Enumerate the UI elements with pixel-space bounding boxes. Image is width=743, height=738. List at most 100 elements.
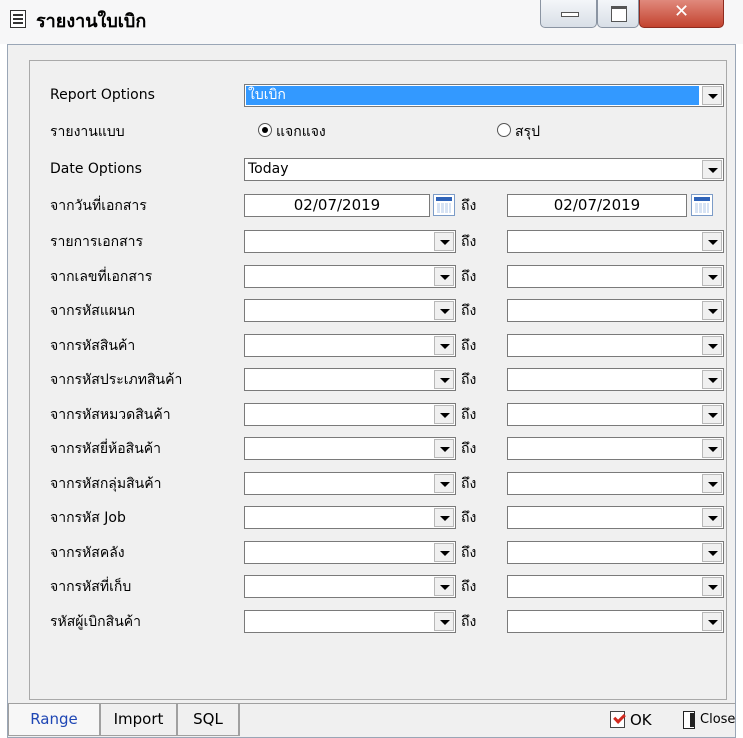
- chevron-down-icon[interactable]: [434, 336, 454, 355]
- to-label: ถึง: [461, 579, 477, 595]
- chevron-down-icon[interactable]: [702, 543, 722, 562]
- chevron-down-icon[interactable]: [702, 301, 722, 320]
- to-label: ถึง: [461, 441, 477, 457]
- date-to-value: 02/07/2019: [553, 196, 641, 214]
- range-to-select[interactable]: [507, 334, 724, 357]
- chevron-down-icon[interactable]: [702, 405, 722, 424]
- range-from-select[interactable]: [244, 230, 456, 253]
- chevron-down-icon[interactable]: [702, 612, 722, 631]
- range-from-select[interactable]: [244, 334, 456, 357]
- exit-door-icon: [683, 711, 695, 729]
- close-label: Close: [700, 712, 736, 727]
- chevron-down-icon[interactable]: [434, 543, 454, 562]
- range-row-label: รหัสผู้เบิกสินค้า: [50, 614, 141, 630]
- report-type-label: รายงานแบบ: [50, 124, 125, 140]
- range-from-select[interactable]: [244, 575, 456, 598]
- date-options-value: Today: [248, 161, 289, 177]
- range-to-select[interactable]: [507, 230, 724, 253]
- chevron-down-icon[interactable]: [434, 267, 454, 286]
- range-to-select[interactable]: [507, 437, 724, 460]
- chevron-down-icon[interactable]: [702, 370, 722, 389]
- range-row-label: จากรหัสกลุ่มสินค้า: [50, 476, 162, 492]
- calendar-icon[interactable]: [691, 194, 713, 216]
- chevron-down-icon[interactable]: [702, 336, 722, 355]
- report-icon: [10, 10, 26, 28]
- range-to-select[interactable]: [507, 368, 724, 391]
- to-label: ถึง: [461, 338, 477, 354]
- range-to-select[interactable]: [507, 541, 724, 564]
- chevron-down-icon[interactable]: [702, 86, 722, 105]
- date-options-label: Date Options: [50, 161, 142, 177]
- calendar-icon[interactable]: [433, 194, 455, 216]
- chevron-down-icon[interactable]: [702, 267, 722, 286]
- range-to-select[interactable]: [507, 506, 724, 529]
- from-doc-date-label: จากวันที่เอกสาร: [50, 198, 147, 214]
- chevron-down-icon[interactable]: [434, 370, 454, 389]
- to-label: ถึง: [461, 510, 477, 526]
- chevron-down-icon[interactable]: [434, 474, 454, 493]
- chevron-down-icon[interactable]: [702, 508, 722, 527]
- chevron-down-icon[interactable]: [702, 439, 722, 458]
- range-from-select[interactable]: [244, 506, 456, 529]
- ok-button[interactable]: OK: [610, 708, 666, 732]
- range-row-label: จากรหัส Job: [50, 510, 126, 526]
- chevron-down-icon[interactable]: [702, 232, 722, 251]
- range-to-select[interactable]: [507, 610, 724, 633]
- close-window-button[interactable]: ✕: [639, 0, 724, 28]
- date-options-select[interactable]: Today: [244, 158, 724, 181]
- chevron-down-icon[interactable]: [434, 577, 454, 596]
- range-from-select[interactable]: [244, 437, 456, 460]
- range-row-label: จากรหัสยี่ห้อสินค้า: [50, 441, 162, 457]
- radio-detail[interactable]: [258, 123, 272, 137]
- range-row-label: จากรหัสสินค้า: [50, 338, 136, 354]
- maximize-button[interactable]: [597, 0, 639, 28]
- range-to-select[interactable]: [507, 265, 724, 288]
- date-from-input[interactable]: 02/07/2019: [244, 194, 430, 217]
- tab-sql[interactable]: SQL: [177, 704, 239, 736]
- range-from-select[interactable]: [244, 610, 456, 633]
- tab-import[interactable]: Import: [100, 704, 177, 736]
- chevron-down-icon[interactable]: [434, 405, 454, 424]
- range-to-select[interactable]: [507, 403, 724, 426]
- range-from-select[interactable]: [244, 299, 456, 322]
- to-label: ถึง: [461, 234, 477, 250]
- chevron-down-icon[interactable]: [434, 508, 454, 527]
- chevron-down-icon[interactable]: [702, 474, 722, 493]
- range-row-label: จากรหัสแผนก: [50, 303, 136, 319]
- range-row-label: จากรหัสที่เก็บ: [50, 579, 132, 595]
- chevron-down-icon[interactable]: [434, 612, 454, 631]
- report-options-select[interactable]: ใบเบิก: [244, 84, 724, 107]
- maximize-icon: [611, 6, 627, 22]
- to-label: ถึง: [461, 545, 477, 561]
- chevron-down-icon[interactable]: [434, 439, 454, 458]
- chevron-down-icon[interactable]: [702, 160, 722, 179]
- radio-summary-label: สรุป: [515, 124, 540, 140]
- ok-label: OK: [630, 711, 652, 729]
- date-to-input[interactable]: 02/07/2019: [507, 194, 687, 217]
- range-to-select[interactable]: [507, 299, 724, 322]
- range-row-label: จากรหัสประเภทสินค้า: [50, 372, 183, 388]
- range-to-select[interactable]: [507, 575, 724, 598]
- radio-summary[interactable]: [497, 123, 511, 137]
- check-document-icon: [610, 711, 625, 728]
- to-label: ถึง: [461, 614, 477, 630]
- report-options-label: Report Options: [50, 87, 155, 103]
- chevron-down-icon[interactable]: [434, 232, 454, 251]
- to-label: ถึง: [461, 372, 477, 388]
- chevron-down-icon[interactable]: [434, 301, 454, 320]
- radio-detail-label: แจกแจง: [276, 124, 326, 140]
- range-from-select[interactable]: [244, 368, 456, 391]
- to-label: ถึง: [461, 407, 477, 423]
- tab-range[interactable]: Range: [8, 704, 100, 736]
- minimize-button[interactable]: [540, 0, 597, 28]
- close-button[interactable]: Close: [683, 708, 741, 732]
- range-to-select[interactable]: [507, 472, 724, 495]
- range-from-select[interactable]: [244, 541, 456, 564]
- range-row-label: จากรหัสคลัง: [50, 545, 125, 561]
- chevron-down-icon[interactable]: [702, 577, 722, 596]
- range-from-select[interactable]: [244, 472, 456, 495]
- to-label: ถึง: [461, 198, 477, 214]
- range-from-select[interactable]: [244, 265, 456, 288]
- range-from-select[interactable]: [244, 403, 456, 426]
- window-title: รายงานใบเบิก: [36, 11, 147, 32]
